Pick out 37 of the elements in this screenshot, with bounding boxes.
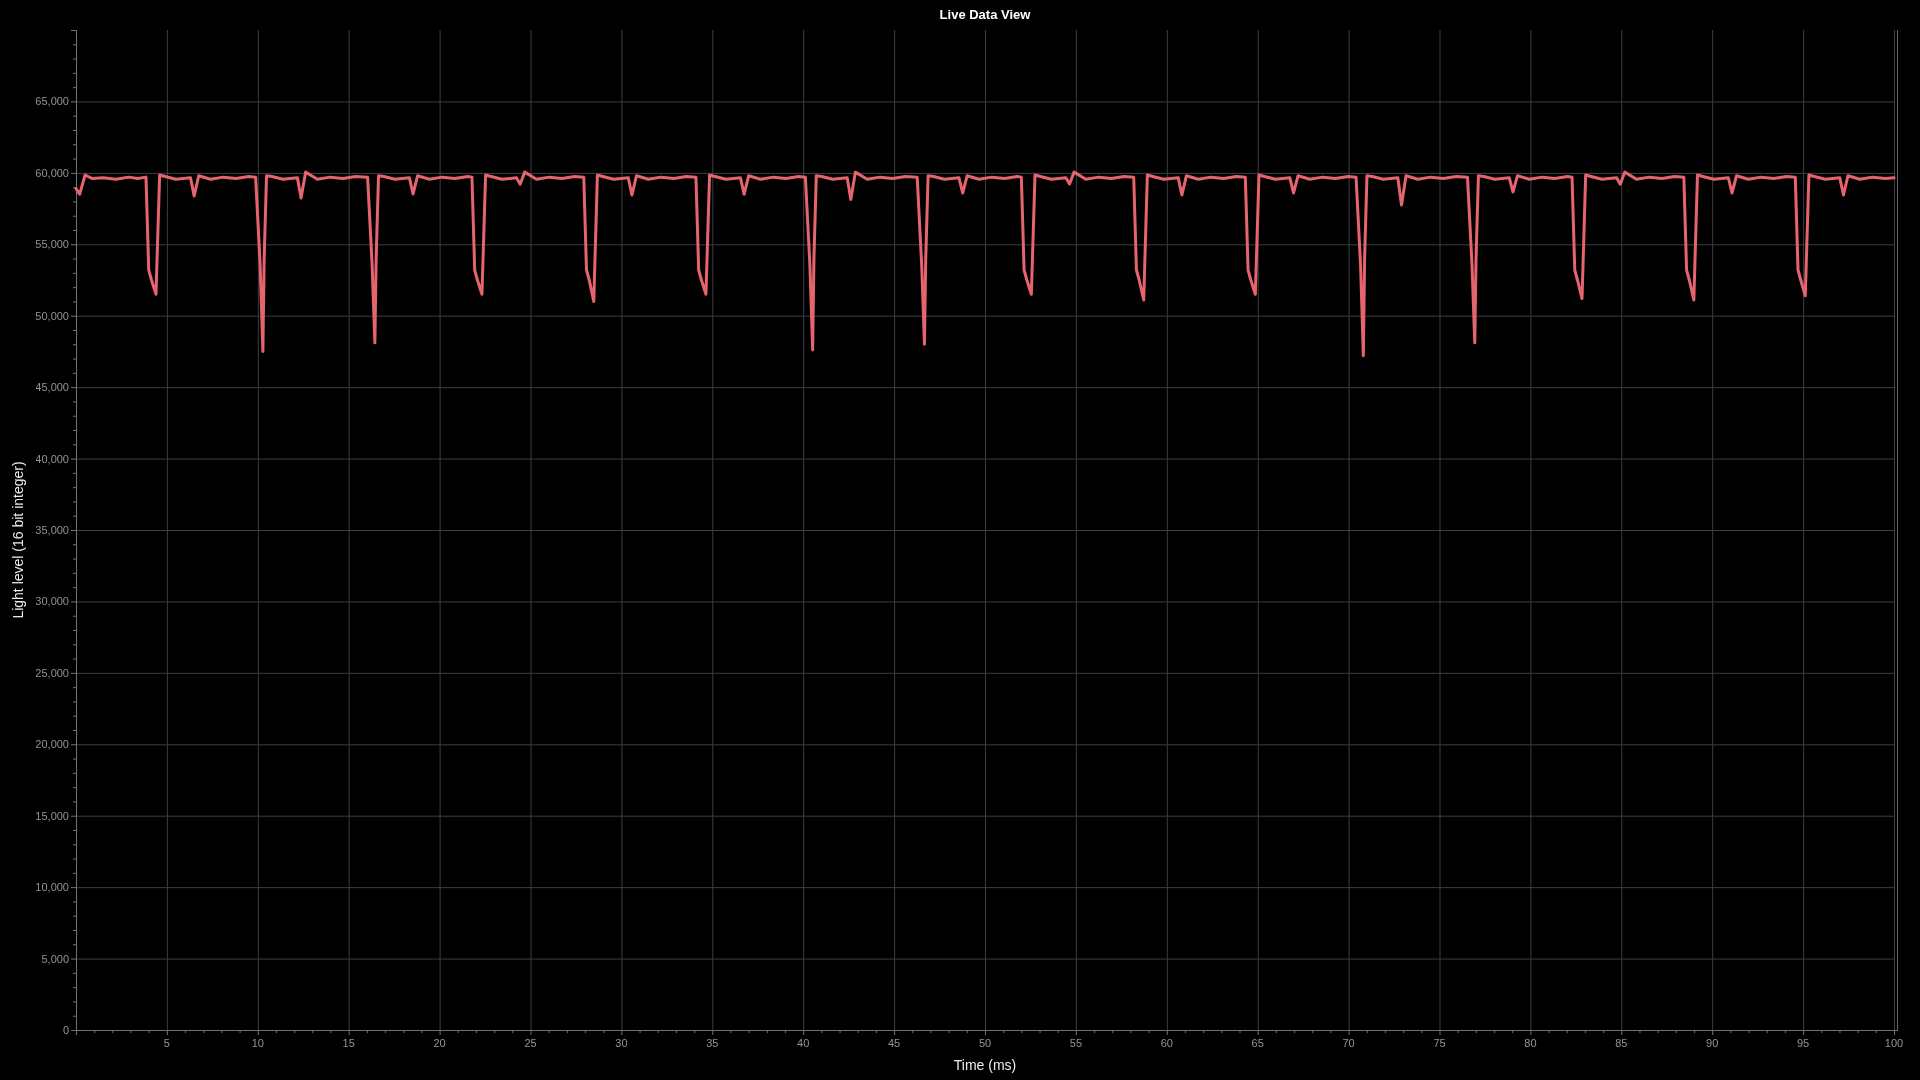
x-tick-label: 80 bbox=[1524, 1037, 1537, 1049]
x-axis-title: Time (ms) bbox=[953, 1058, 1017, 1072]
x-tick-label: 70 bbox=[1342, 1037, 1355, 1049]
x-tick-label: 45 bbox=[887, 1037, 901, 1049]
y-tick-label: 0 bbox=[62, 1024, 69, 1036]
x-tick-label: 95 bbox=[1796, 1037, 1810, 1049]
x-tick-label: 65 bbox=[1251, 1037, 1264, 1049]
y-tick-label: 10,000 bbox=[36, 881, 69, 894]
x-tick-label: 60 bbox=[1160, 1037, 1173, 1049]
y-tick-label: 15,000 bbox=[36, 809, 69, 822]
x-tick-label: 25 bbox=[524, 1037, 537, 1049]
y-tick-label: 35,000 bbox=[36, 524, 69, 536]
y-tick-label: 5,000 bbox=[41, 952, 69, 965]
y-tick-label: 45,000 bbox=[36, 381, 69, 394]
y-tick-label: 50,000 bbox=[36, 309, 69, 322]
x-tick-label: 85 bbox=[1615, 1037, 1628, 1049]
x-tick-label: 55 bbox=[1069, 1037, 1083, 1049]
x-tick-label: 10 bbox=[251, 1037, 264, 1049]
y-tick-label: 60,000 bbox=[36, 166, 69, 179]
y-tick-label: 40,000 bbox=[36, 452, 69, 465]
x-tick-label: 50 bbox=[978, 1037, 992, 1049]
x-tick-label: 75 bbox=[1433, 1037, 1446, 1049]
x-tick-label: 90 bbox=[1706, 1037, 1719, 1049]
y-tick-label: 25,000 bbox=[36, 666, 69, 679]
x-tick-label: 30 bbox=[615, 1037, 628, 1049]
x-tick-label: 40 bbox=[797, 1037, 810, 1049]
x-tick-label: 15 bbox=[342, 1037, 355, 1049]
y-tick-label: 55,000 bbox=[36, 238, 69, 251]
y-axis-title: Light level (16 bit integer) bbox=[11, 460, 25, 619]
chart-title: Live Data View bbox=[939, 8, 1031, 21]
x-tick-label: 100 bbox=[1884, 1037, 1904, 1049]
y-tick-label: 20,000 bbox=[36, 738, 69, 751]
x-tick-label: 5 bbox=[163, 1037, 170, 1049]
y-tick-label: 30,000 bbox=[36, 595, 69, 608]
y-tick-label: 65,000 bbox=[36, 95, 69, 108]
x-tick-label: 35 bbox=[706, 1037, 719, 1049]
x-tick-label: 20 bbox=[433, 1037, 446, 1049]
